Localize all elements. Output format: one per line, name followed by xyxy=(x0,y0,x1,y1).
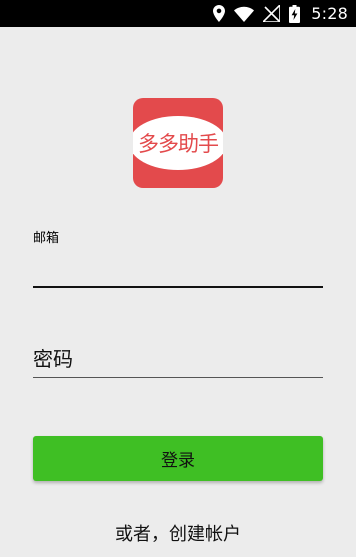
status-icons: 5:28 xyxy=(213,0,348,27)
login-button[interactable]: 登录 xyxy=(33,436,323,481)
app-logo: 多多助手 xyxy=(133,98,223,188)
logo-text: 多多助手 xyxy=(138,132,219,156)
create-account-link[interactable]: 或者，创建帐户 xyxy=(0,520,356,546)
email-label: 邮箱 xyxy=(33,231,60,246)
wifi-icon xyxy=(234,6,255,22)
location-icon xyxy=(213,5,226,22)
status-time: 5:28 xyxy=(311,4,348,23)
signal-off-icon xyxy=(263,5,281,22)
password-field[interactable] xyxy=(33,340,323,378)
status-bar: 5:28 xyxy=(0,0,356,27)
email-field[interactable] xyxy=(33,248,323,288)
battery-charging-icon xyxy=(289,4,301,23)
